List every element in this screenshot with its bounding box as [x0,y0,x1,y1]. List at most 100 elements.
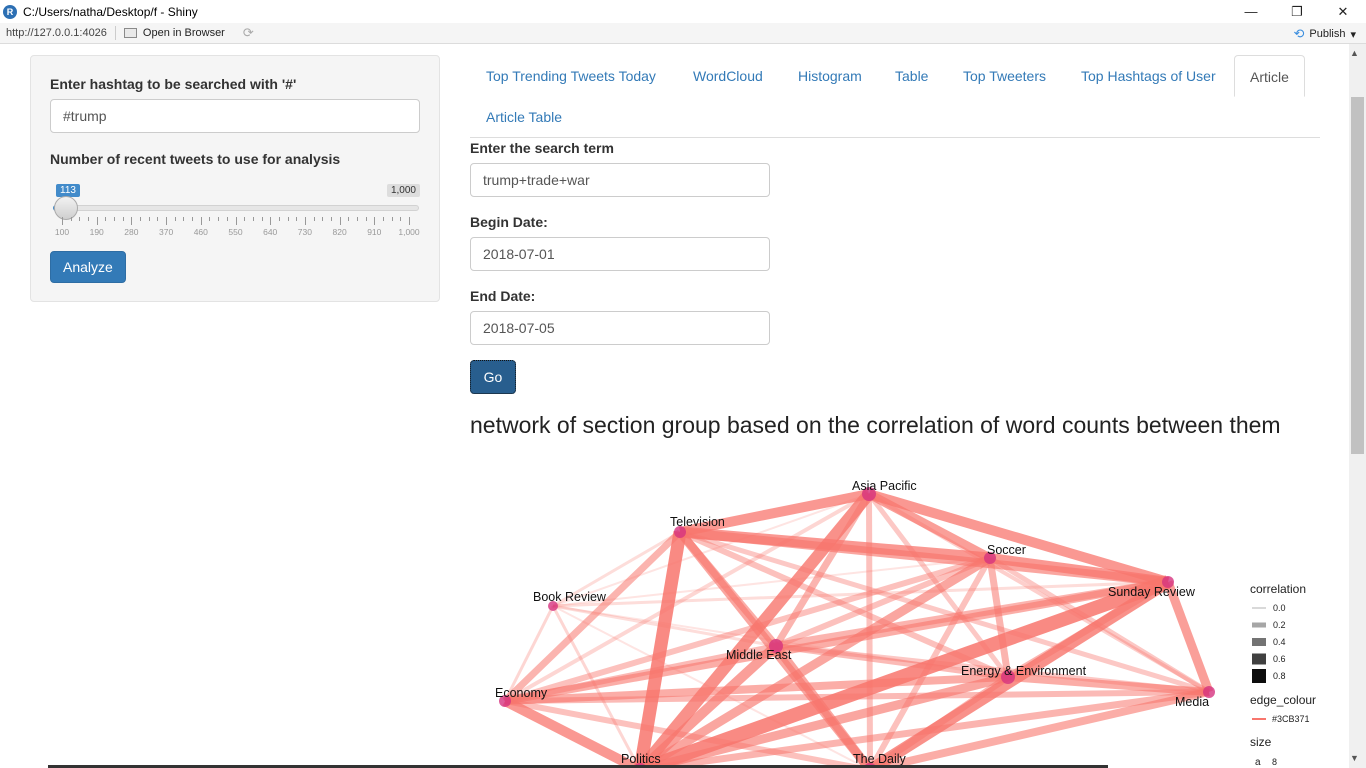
slider-tick [322,217,324,221]
legend-correlation-swatch [1252,622,1266,628]
tab-table[interactable]: Table [880,55,943,95]
slider-tick [148,217,150,221]
network-node-label: Soccer [987,543,1026,557]
network-node-label: Television [670,515,725,529]
go-button[interactable]: Go [470,360,516,394]
slider-tick-label: 1,000 [398,227,420,237]
tab-top-hashtags-of-user[interactable]: Top Hashtags of User [1066,55,1231,95]
tab-top-trending-tweets-today[interactable]: Top Trending Tweets Today [471,55,671,95]
slider-tick [209,217,211,221]
slider-tick [114,217,116,221]
slider-tick [70,217,72,221]
legend-size-title: size [1250,735,1272,749]
slider-tick-label: 460 [193,227,208,237]
legend-size-key: a [1255,757,1261,768]
slider-tick [122,217,124,221]
network-edges [502,489,1214,768]
publish-label: Publish [1309,28,1346,40]
search-term-label: Enter the search term [470,140,614,156]
correlation-network-plot: Asia Pacific Television Soccer Sunday Revie… [495,479,1316,768]
slider-tick [330,217,332,221]
url-text: http://127.0.0.1:4026 [6,27,107,39]
network-node-label: Politics [621,752,661,766]
legend-correlation-swatch [1252,653,1266,665]
legend-correlation-value: 0.8 [1273,671,1286,681]
network-node-label: Sunday Review [1108,585,1196,599]
slider-tick [218,217,220,221]
slider-tick [278,217,280,221]
slider-tick [62,217,63,225]
r-app-icon: R [3,4,17,19]
tab-histogram[interactable]: Histogram [783,55,877,95]
slider-tick [313,217,315,221]
slider-value-badge: 113 [56,184,80,197]
begin-date-label: Begin Date: [470,214,548,230]
slider-tick [296,217,298,221]
minimize-button[interactable]: — [1228,0,1274,23]
restore-button[interactable]: ❐ [1274,0,1320,23]
browser-window-icon [123,28,137,38]
slider-tick [88,217,90,221]
search-term-input[interactable] [470,163,770,197]
slider-tick [226,217,228,221]
chevron-down-icon: ▾ [1350,28,1356,41]
legend-edge-colour-value: #3CB371 [1272,714,1310,724]
slider-tick-label: 550 [228,227,243,237]
legend-correlation-swatch [1252,669,1266,683]
tab-article-table[interactable]: Article Table [471,96,577,136]
slider-tick [79,217,81,221]
sidebar-panel: Enter hashtag to be searched with '#' Nu… [30,55,440,302]
legend-correlation-swatch [1252,607,1266,609]
scroll-down-arrow-icon[interactable]: ▼ [1350,753,1359,763]
tweets-count-label: Number of recent tweets to use for analy… [50,151,341,167]
legend-correlation-swatch [1252,638,1266,646]
tab-top-tweeters[interactable]: Top Tweeters [948,55,1061,95]
slider-tick [252,217,254,221]
tab-bar: Top Trending Tweets Today WordCloud Hist… [470,55,1320,138]
slider-tick [105,217,107,221]
hashtag-input[interactable] [50,99,420,133]
legend-size-value: 8 [1272,757,1277,767]
slider-tick [365,217,367,221]
toolbar-separator [114,26,116,40]
tab-article[interactable]: Article [1234,55,1305,97]
slider-tick [304,217,306,225]
network-node-label: Middle East [726,648,792,662]
slider-tick-label: 370 [159,227,174,237]
publish-button[interactable]: ⟲ Publish ▾ [1293,26,1356,42]
slider-track[interactable] [53,205,419,211]
slider-ticks [50,217,420,225]
scrollbar-thumb[interactable] [1351,97,1364,454]
network-node-label: Economy [495,686,548,700]
slider-tick [261,217,263,221]
analyze-button[interactable]: Analyze [50,251,126,283]
plot-title: network of section group based on the co… [470,412,1281,438]
end-date-input[interactable] [470,311,770,345]
slider-tick-label: 190 [89,227,104,237]
slider-tick [356,217,358,221]
slider-tick [235,217,237,225]
tab-wordcloud[interactable]: WordCloud [678,55,778,95]
begin-date-input[interactable] [470,237,770,271]
publish-icon: ⟲ [1293,26,1305,41]
slider-tick-label: 640 [263,227,278,237]
legend-correlation-title: correlation [1250,582,1306,596]
network-legend: correlation 0.00.20.40.60.8 edge_colour … [1250,582,1316,768]
scroll-up-arrow-icon[interactable]: ▲ [1350,48,1359,58]
refresh-icon[interactable]: ⟳ [243,25,254,41]
slider-tick [183,217,185,221]
legend-correlation-value: 0.0 [1273,603,1286,613]
slider-tick-labels: 100 190 280 370 460 550 640 730 820 910 1,000 [50,227,420,239]
slider-tick [287,217,289,221]
close-button[interactable]: ✕ [1320,0,1366,23]
open-in-browser-button[interactable]: Open in Browser [123,27,225,39]
slider-tick [244,217,246,221]
slider-tick [391,217,393,221]
network-node-label: Energy & Environment [961,664,1087,678]
slider-tick [157,217,159,221]
tweets-count-slider[interactable]: 113 1,000 100 190 280 370 460 550 640 730 820 910… [50,173,420,243]
slider-tick [382,217,384,221]
slider-max-badge: 1,000 [386,184,420,197]
network-node-label: Media [1175,695,1209,709]
slider-tick [348,217,350,221]
